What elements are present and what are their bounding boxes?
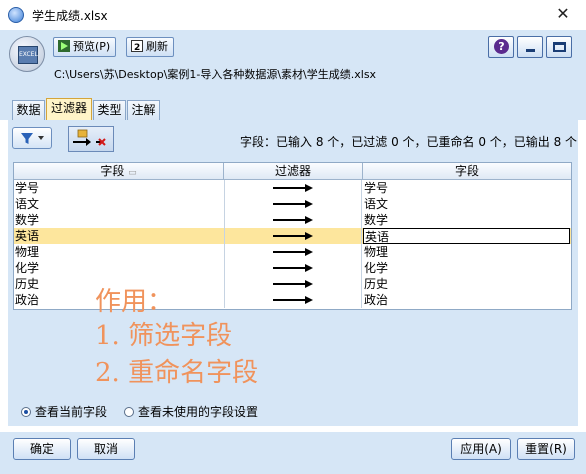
- preview-label: 预览(P): [73, 40, 111, 53]
- annotation-line-filter: 1. 筛选字段: [95, 321, 233, 351]
- field-name: 语文: [15, 197, 40, 211]
- field-name: 英语: [15, 229, 40, 243]
- filter-arrow[interactable]: [224, 292, 362, 308]
- refresh-icon: 2: [131, 40, 143, 53]
- tab-annotation[interactable]: 注解: [127, 100, 160, 120]
- arrow-right-icon: [273, 283, 307, 285]
- filter-arrow[interactable]: [224, 180, 362, 196]
- table-row-selected[interactable]: 英语 英语: [14, 228, 571, 244]
- field-name: 学号: [15, 181, 40, 195]
- tab-filter[interactable]: 过滤器: [46, 98, 92, 120]
- table-row[interactable]: 化学 化学: [14, 260, 571, 276]
- table-row[interactable]: 学号 学号: [14, 180, 571, 196]
- arrow-right-icon: [273, 267, 307, 269]
- maximize-icon: [553, 42, 566, 52]
- new-field-name[interactable]: 物理: [363, 244, 570, 260]
- annotation-line-rename: 2. 重命名字段: [95, 358, 259, 388]
- help-icon: ?: [494, 39, 509, 54]
- new-field-name[interactable]: 数学: [363, 212, 570, 228]
- reset-button[interactable]: 重置(R): [517, 438, 575, 460]
- new-field-edit-input[interactable]: 英语: [363, 228, 570, 244]
- table-row[interactable]: 物理 物理: [14, 244, 571, 260]
- arrow-right-icon: [273, 235, 307, 237]
- filter-arrow[interactable]: [224, 212, 362, 228]
- window-title: 学生成绩.xlsx: [32, 9, 108, 23]
- filter-toggle-button[interactable]: [68, 126, 114, 152]
- refresh-label: 刷新: [146, 40, 168, 53]
- field-name: 化学: [15, 261, 40, 275]
- new-field-name[interactable]: 化学: [363, 260, 570, 276]
- arrow-right-icon: [273, 187, 307, 189]
- filter-options-button[interactable]: [12, 127, 52, 149]
- arrow-right-icon: [273, 203, 307, 205]
- funnel-icon: [21, 133, 44, 144]
- filter-arrow[interactable]: [224, 196, 362, 212]
- maximize-button[interactable]: [546, 36, 572, 58]
- column-header-new-field[interactable]: 字段: [363, 163, 571, 180]
- view-current-fields-radio[interactable]: 查看当前字段: [21, 404, 107, 420]
- arrow-right-icon: [273, 251, 307, 253]
- cancel-button[interactable]: 取消: [77, 438, 135, 460]
- apply-button[interactable]: 应用(A): [451, 438, 511, 460]
- file-path: C:\Users\苏\Desktop\案例1-导入各种数据源\素材\学生成绩.x…: [54, 68, 377, 81]
- minimize-icon: [526, 49, 535, 52]
- annotation-heading: 作用：: [95, 287, 174, 317]
- table-row[interactable]: 数学 数学: [14, 212, 571, 228]
- minimize-button[interactable]: [517, 36, 543, 58]
- close-icon[interactable]: ✕: [550, 3, 576, 25]
- app-icon: [8, 7, 24, 23]
- svg-text:2: 2: [134, 43, 140, 52]
- filter-arrow[interactable]: [224, 244, 362, 260]
- refresh-button[interactable]: 2 刷新: [126, 37, 174, 57]
- arrowhead: [305, 216, 313, 224]
- new-field-name[interactable]: 历史: [363, 276, 570, 292]
- arrow-right-icon: [273, 219, 307, 221]
- arrowhead: [305, 264, 313, 272]
- tab-type[interactable]: 类型: [93, 100, 126, 120]
- title-bar: 学生成绩.xlsx ✕: [0, 0, 586, 30]
- arrowhead: [305, 248, 313, 256]
- field-summary: 字段：已输入 8 个，已过滤 0 个，已重命名 0 个，已输出 8 个: [240, 135, 578, 149]
- new-field-name[interactable]: 学号: [363, 180, 570, 196]
- arrow-toggle-icon: [73, 129, 106, 146]
- view-unused-fields-label: 查看未使用的字段设置: [138, 405, 259, 419]
- column-header-filter[interactable]: 过滤器: [224, 163, 363, 180]
- tab-data[interactable]: 数据: [12, 100, 45, 120]
- arrowhead: [305, 232, 313, 240]
- field-name: 数学: [15, 213, 40, 227]
- filter-arrow[interactable]: [224, 276, 362, 292]
- excel-icon-label: EXCEL: [18, 46, 38, 64]
- help-button[interactable]: ?: [488, 36, 514, 58]
- arrowhead: [305, 296, 313, 304]
- ok-button[interactable]: 确定: [13, 438, 71, 460]
- play-icon: [58, 40, 70, 52]
- arrowhead: [305, 200, 313, 208]
- excel-node-icon: EXCEL: [9, 36, 45, 72]
- filter-arrow[interactable]: [224, 228, 362, 244]
- view-unused-fields-radio[interactable]: 查看未使用的字段设置: [124, 404, 258, 420]
- field-name: 物理: [15, 245, 40, 259]
- view-current-fields-label: 查看当前字段: [35, 405, 108, 419]
- table-row[interactable]: 语文 语文: [14, 196, 571, 212]
- new-field-name[interactable]: 语文: [363, 196, 570, 212]
- arrowhead: [305, 280, 313, 288]
- column-header-field[interactable]: 字段 ▭: [14, 163, 224, 180]
- radio-unselected-icon: [124, 407, 134, 417]
- sort-icon: ▭: [128, 168, 137, 178]
- arrow-right-icon: [273, 299, 307, 301]
- arrowhead: [305, 184, 313, 192]
- filter-arrow[interactable]: [224, 260, 362, 276]
- preview-button[interactable]: 预览(P): [53, 37, 117, 57]
- column-header-field-label: 字段: [100, 164, 125, 178]
- radio-selected-icon: [21, 407, 31, 417]
- new-field-name[interactable]: 政治: [363, 292, 570, 308]
